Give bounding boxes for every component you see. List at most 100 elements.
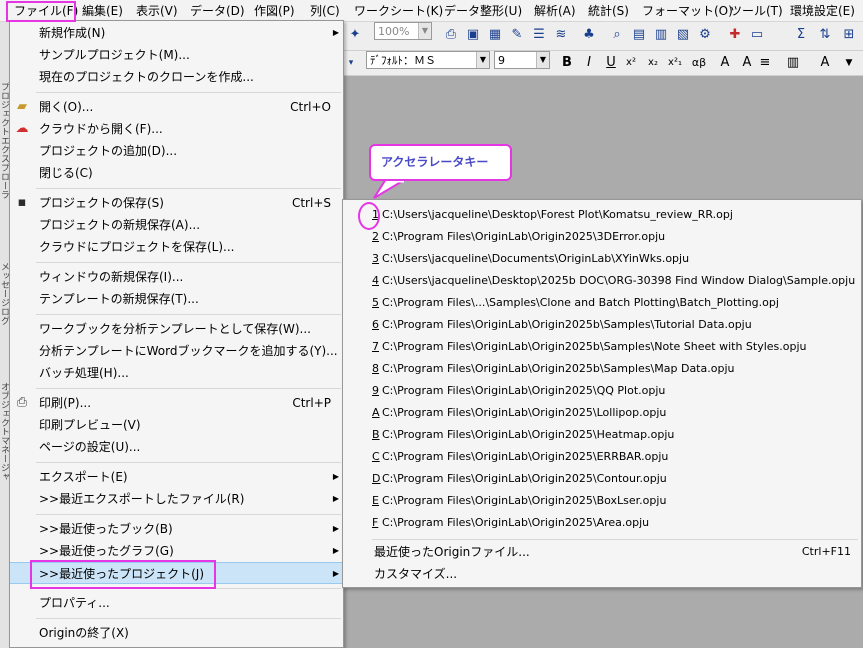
statistics-icon[interactable]: ⊞ (840, 26, 858, 44)
code-builder-icon[interactable]: ▧ (674, 26, 692, 44)
recent-project-item[interactable]: 1 C:\Users\jacqueline\Desktop\Forest Plot… (343, 204, 861, 226)
font-combo[interactable]: ﾃﾞﾌｫﾙﾄ：ＭＳ ▼ (366, 51, 490, 69)
menu-item-save-project-as[interactable]: プロジェクトの新規保存(A)... (10, 214, 343, 236)
recent-project-item[interactable]: A C:\Program Files\OriginLab\Origin2025\L… (343, 402, 861, 424)
recent-project-item[interactable]: F C:\Program Files\OriginLab\Origin2025\A… (343, 512, 861, 534)
menu-tools[interactable]: ツール(T) (730, 3, 783, 19)
settings-gear-icon[interactable]: ⚙ (696, 26, 714, 44)
project-explorer-icon[interactable]: ♣ (580, 26, 598, 44)
pattern-icon[interactable]: ▥ (784, 54, 802, 72)
menu-item-open[interactable]: ▰ 開く(O)... Ctrl+O (10, 96, 343, 118)
recent-project-item[interactable]: 7 C:\Program Files\OriginLab\Origin2025b\… (343, 336, 861, 358)
accelerator-key: 9 (372, 384, 379, 397)
menu-plot[interactable]: 作図(P) (254, 3, 295, 19)
recent-project-item[interactable]: 5 C:\Program Files\...\Samples\Clone and … (343, 292, 861, 314)
results-log-icon[interactable]: ▤ (630, 26, 648, 44)
recent-project-item[interactable]: 2 C:\Program Files\OriginLab\Origin2025\3… (343, 226, 861, 248)
menu-item-page-setup[interactable]: ページの設定(U)... (10, 436, 343, 458)
menu-preferences[interactable]: 環境設定(E) (790, 3, 855, 19)
chevron-down-icon: ▼ (536, 52, 549, 68)
menu-worksheet[interactable]: ワークシート(K) (354, 3, 443, 19)
recent-project-path: C:\Program Files\...\Samples\Clone and B… (382, 296, 779, 309)
menu-column[interactable]: 列(C) (310, 3, 340, 19)
menu-view[interactable]: 表示(V) (136, 3, 178, 19)
font-size-combo[interactable]: 9 ▼ (494, 51, 550, 69)
recent-project-item[interactable]: 9 C:\Program Files\OriginLab\Origin2025\Q… (343, 380, 861, 402)
menu-item-open-from-cloud[interactable]: ☁ クラウドから開く(F)... (10, 118, 343, 140)
menu-edit[interactable]: 編集(E) (82, 3, 123, 19)
menu-item-exit[interactable]: Originの終了(X) (10, 622, 343, 644)
underline-button[interactable]: U (602, 54, 620, 72)
menu-item-clone-project[interactable]: 現在のプロジェクトのクローンを作成... (10, 66, 343, 88)
new-function-icon[interactable]: ≋ (552, 26, 570, 44)
command-window-icon[interactable]: ▭ (748, 26, 766, 44)
menu-item-sample-projects[interactable]: サンプルプロジェクト(M)... (10, 44, 343, 66)
menu-item-properties[interactable]: プロパティ... (10, 592, 343, 614)
submenu-arrow-icon: ▶ (332, 472, 339, 481)
bold-button[interactable]: B (558, 54, 576, 72)
italic-button[interactable]: I (580, 54, 598, 72)
script-window-icon[interactable]: ▥ (652, 26, 670, 44)
menu-item-save-to-cloud[interactable]: クラウドにプロジェクトを保存(L)... (10, 236, 343, 258)
menu-item-close[interactable]: 閉じる(C) (10, 162, 343, 184)
recent-project-item[interactable]: 8 C:\Program Files\OriginLab\Origin2025b\… (343, 358, 861, 380)
accelerator-key: 6 (372, 318, 379, 331)
menu-statistics[interactable]: 統計(S) (588, 3, 629, 19)
align-left-icon[interactable]: ≡ (756, 54, 774, 72)
new-notes-icon[interactable]: ✎ (508, 26, 526, 44)
increase-font-icon[interactable]: A (716, 54, 734, 72)
new-layout-icon[interactable]: ☰ (530, 26, 548, 44)
run-icon[interactable]: ✦ (346, 26, 364, 44)
superscript-button[interactable]: x² (622, 54, 640, 72)
menu-item-batch-processing[interactable]: バッチ処理(H)... (10, 362, 343, 384)
zoom-combo[interactable]: 100% ▼ (374, 22, 432, 40)
recent-project-item[interactable]: 6 C:\Program Files\OriginLab\Origin2025b\… (343, 314, 861, 336)
greek-button[interactable]: αβ (688, 54, 710, 72)
accelerator-key: 7 (372, 340, 379, 353)
chevron-down-icon[interactable]: ▼ (840, 54, 858, 72)
chevron-down-icon: ▼ (418, 23, 431, 39)
menu-item-new[interactable]: 新規作成(N) ▶ (10, 22, 343, 44)
print-icon[interactable]: ⎙ (442, 26, 460, 44)
menu-item-label: >>最近エクスポートしたファイル(R) (39, 492, 245, 506)
accelerator-key: 2 (372, 230, 379, 243)
decrease-font-icon[interactable]: A (738, 54, 756, 72)
recent-project-item[interactable]: 4 C:\Users\jacqueline\Desktop\2025b DOC\O… (343, 270, 861, 292)
menu-data-manipulation[interactable]: データ整形(U) (444, 3, 522, 19)
recent-project-item[interactable]: C C:\Program Files\OriginLab\Origin2025\E… (343, 446, 861, 468)
customize-item[interactable]: カスタマイズ... (343, 563, 861, 585)
menu-item-append-project[interactable]: プロジェクトの追加(D)... (10, 140, 343, 162)
find-icon[interactable]: ⌕ (608, 26, 626, 44)
menu-item-recent-exports[interactable]: >>最近エクスポートしたファイル(R) ▶ (10, 488, 343, 510)
menu-item-save-window-as[interactable]: ウィンドウの新規保存(I)... (10, 266, 343, 288)
menu-item-label: プロジェクトの追加(D)... (39, 144, 178, 158)
menu-item-save-analysis-template[interactable]: ワークブックを分析テンプレートとして保存(W)... (10, 318, 343, 340)
menu-bar: ファイル(F) 編集(E) 表示(V) データ(D) 作図(P) 列(C) ワー… (0, 0, 863, 22)
menu-format[interactable]: フォーマット(O) (642, 3, 733, 19)
submenu-arrow-icon: ▶ (332, 546, 339, 555)
menu-item-recent-graphs[interactable]: >>最近使ったグラフ(G) ▶ (10, 540, 343, 562)
menu-item-print[interactable]: ⎙ 印刷(P)... Ctrl+P (10, 392, 343, 414)
sum-icon[interactable]: Σ (792, 26, 810, 44)
recent-project-item[interactable]: B C:\Program Files\OriginLab\Origin2025\H… (343, 424, 861, 446)
recent-origin-files-item[interactable]: 最近使ったOriginファイル... Ctrl+F11 (343, 541, 861, 563)
menu-item-save-template-as[interactable]: テンプレートの新規保存(T)... (10, 288, 343, 310)
menu-analysis[interactable]: 解析(A) (534, 3, 576, 19)
menu-data[interactable]: データ(D) (190, 3, 245, 19)
menu-item-export[interactable]: エクスポート(E) ▶ (10, 466, 343, 488)
menu-item-add-word-bookmark[interactable]: 分析テンプレートにWordブックマークを追加する(Y)... (10, 340, 343, 362)
supsub-button[interactable]: x²₁ (666, 54, 684, 72)
recent-project-item[interactable]: 3 C:\Users\jacqueline\Documents\OriginLab… (343, 248, 861, 270)
subscript-button[interactable]: x₂ (644, 54, 662, 72)
file-menu-highlight (6, 1, 76, 22)
recent-project-item[interactable]: D C:\Program Files\OriginLab\Origin2025\C… (343, 468, 861, 490)
recent-project-item[interactable]: E C:\Program Files\OriginLab\Origin2025\B… (343, 490, 861, 512)
add-layer-icon[interactable]: ✚ (726, 26, 744, 44)
menu-item-save-project[interactable]: ▪ プロジェクトの保存(S) Ctrl+S (10, 192, 343, 214)
menu-item-recent-books[interactable]: >>最近使ったブック(B) ▶ (10, 518, 343, 540)
new-matrix-icon[interactable]: ▦ (486, 26, 504, 44)
menu-item-print-preview[interactable]: 印刷プレビュー(V) (10, 414, 343, 436)
new-graph-icon[interactable]: ▣ (464, 26, 482, 44)
sort-icon[interactable]: ⇅ (816, 26, 834, 44)
font-color-icon[interactable]: A (816, 54, 834, 72)
